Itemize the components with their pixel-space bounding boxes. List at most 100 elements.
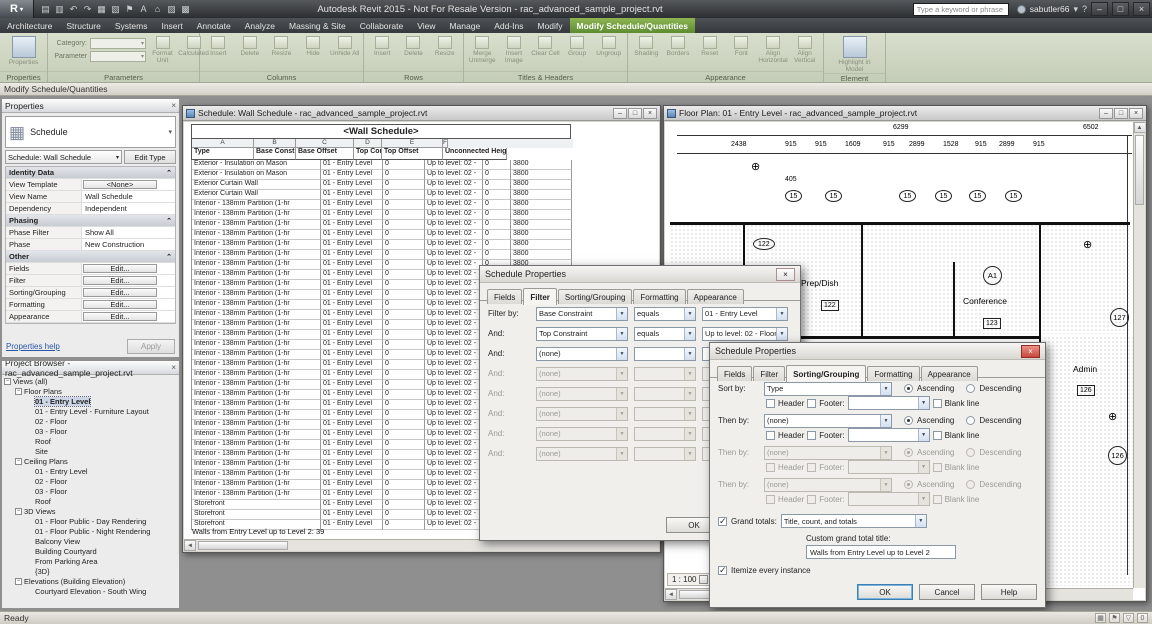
help-button[interactable]: Help <box>981 584 1037 600</box>
schedule-row[interactable]: Exterior - Insulation on Mason 01 - Entr… <box>191 160 573 170</box>
browser-tree-item[interactable]: − Elevations (Building Elevation) <box>2 576 179 586</box>
tree-expand-icon[interactable]: − <box>15 578 22 585</box>
header-checkbox[interactable] <box>766 495 775 504</box>
filter-operator-dropdown[interactable]: ▼ <box>634 387 696 401</box>
filter-field-dropdown[interactable]: (none)▼ <box>536 447 628 461</box>
browser-tree-item[interactable]: − Views (all) <box>2 376 179 386</box>
measure-icon[interactable]: ▧ <box>109 2 122 16</box>
property-row[interactable]: View Name Wall Schedule <box>6 191 175 203</box>
ribbon-button[interactable]: Insert <box>203 35 234 57</box>
dialog-tab[interactable]: Fields <box>717 366 752 381</box>
scroll-up-icon[interactable]: ▲ <box>1134 122 1146 133</box>
text-icon[interactable]: A <box>137 2 150 16</box>
close-icon[interactable]: × <box>776 268 795 281</box>
panel-caption[interactable]: Rows <box>364 71 463 82</box>
application-menu-button[interactable]: R ▾ <box>0 0 34 18</box>
dialog-tab[interactable]: Sorting/Grouping <box>558 289 632 304</box>
header-checkbox[interactable] <box>766 463 775 472</box>
properties-button[interactable]: Properties <box>4 35 44 66</box>
schedule-row[interactable]: Interior - 138mm Partition (1-hr 01 - En… <box>191 220 573 230</box>
dialog-tab[interactable]: Appearance <box>687 289 744 304</box>
ribbon-button[interactable]: Resize <box>430 35 460 57</box>
ribbon-tab[interactable]: View <box>410 18 442 33</box>
column-header-cell[interactable]: Top Offset <box>382 148 443 160</box>
schedule-window-titlebar[interactable]: Schedule: Wall Schedule - rac_advanced_s… <box>183 106 660 121</box>
schedule-row[interactable]: Interior - 138mm Partition (1-hr 01 - En… <box>191 200 573 210</box>
tree-expand-icon[interactable]: − <box>15 388 22 395</box>
panel-caption[interactable]: Element <box>824 73 885 83</box>
browser-tree-item[interactable]: − Site <box>2 446 179 456</box>
browser-tree-item[interactable]: − Building Courtyard <box>2 546 179 556</box>
blank-line-checkbox[interactable] <box>933 463 942 472</box>
ribbon-tab[interactable]: Analyze <box>238 18 282 33</box>
search-input[interactable]: Type a keyword or phrase <box>913 3 1009 16</box>
column-letter[interactable]: B <box>254 139 296 148</box>
browser-tree-item[interactable]: − Balcony View <box>2 536 179 546</box>
ribbon-button[interactable]: Font <box>726 35 757 57</box>
filter-field-dropdown[interactable]: (none)▼ <box>536 427 628 441</box>
ascending-radio[interactable] <box>904 416 913 425</box>
ribbon-tab[interactable]: Add-Ins <box>487 18 530 33</box>
undo-icon[interactable]: ↶ <box>67 2 80 16</box>
filter-operator-dropdown[interactable]: ▼ <box>634 367 696 381</box>
panel-caption[interactable]: Appearance <box>628 71 823 82</box>
cancel-button[interactable]: Cancel <box>919 584 975 600</box>
ribbon-tab[interactable]: Modify <box>530 18 569 33</box>
schedule-row[interactable]: Interior - 138mm Partition (1-hr 01 - En… <box>191 240 573 250</box>
descending-radio[interactable] <box>966 416 975 425</box>
ribbon-button[interactable]: Merge Unmerge <box>467 35 498 64</box>
help-icon[interactable]: ? <box>1082 4 1087 14</box>
schedule-row[interactable]: Interior - 138mm Partition (1-hr 01 - En… <box>191 250 573 260</box>
section-icon[interactable]: ▨ <box>165 2 178 16</box>
property-row[interactable]: Phase New Construction <box>6 239 175 251</box>
ribbon-button[interactable]: Delete <box>398 35 428 57</box>
schedule-row[interactable]: Exterior Curtain Wall 01 - Entry Level 0… <box>191 190 573 200</box>
highlight-in-model-button[interactable]: Highlight in Model <box>835 35 875 73</box>
footer-checkbox[interactable] <box>807 399 816 408</box>
ribbon-tab[interactable]: Massing & Site <box>282 18 353 33</box>
scrollbar-thumb[interactable] <box>1135 135 1144 205</box>
default-3d-view-icon[interactable]: ⌂ <box>151 2 164 16</box>
ascending-radio[interactable] <box>904 448 913 457</box>
filter-operator-dropdown[interactable]: ▼ <box>634 427 696 441</box>
ribbon-tab[interactable]: Systems <box>108 18 155 33</box>
ribbon-button[interactable]: Group <box>562 35 593 57</box>
descending-radio[interactable] <box>966 480 975 489</box>
property-row[interactable]: Filter Edit... <box>6 275 175 287</box>
itemize-checkbox[interactable] <box>718 566 727 575</box>
ribbon-button[interactable]: Unhide All <box>329 35 360 57</box>
ribbon-button[interactable]: Hide <box>298 35 329 57</box>
blank-line-checkbox[interactable] <box>933 431 942 440</box>
instance-selector-dropdown[interactable]: Schedule: Wall Schedule ▾ <box>5 150 122 164</box>
blank-line-checkbox[interactable] <box>933 495 942 504</box>
filter-operator-dropdown[interactable]: ▼ <box>634 407 696 421</box>
ribbon-tab[interactable]: Collaborate <box>353 18 410 33</box>
sort-field-dropdown[interactable]: Type▼ <box>764 382 892 396</box>
window-minimize-button[interactable]: – <box>613 108 627 119</box>
dialog-titlebar[interactable]: Schedule Properties × <box>480 266 800 283</box>
browser-tree-item[interactable]: − Floor Plans <box>2 386 179 396</box>
ribbon-button[interactable]: Align Horizontal <box>758 35 789 64</box>
dialog-tab[interactable]: Sorting/Grouping <box>786 365 866 382</box>
ribbon-tab[interactable]: Structure <box>59 18 108 33</box>
property-row[interactable]: Phase Filter Show All <box>6 227 175 239</box>
redo-icon[interactable]: ↷ <box>81 2 94 16</box>
browser-tree-item[interactable]: − 02 - Floor <box>2 476 179 486</box>
browser-tree-item[interactable]: − Ceiling Plans <box>2 456 179 466</box>
filter-field-dropdown[interactable]: (none)▼ <box>536 367 628 381</box>
design-options-icon[interactable]: ⚑ <box>1109 613 1120 623</box>
user-menu-chevron-icon[interactable]: ▾ <box>1073 4 1078 15</box>
browser-tree-item[interactable]: − 01 - Entry Level - Furniture Layout <box>2 406 179 416</box>
property-row[interactable]: Dependency Independent <box>6 203 175 215</box>
column-header-cell[interactable]: Type <box>192 148 254 160</box>
ok-button[interactable]: OK <box>857 584 913 600</box>
panel-caption[interactable]: Properties <box>0 71 47 82</box>
ribbon-button[interactable]: Insert Image <box>499 35 530 64</box>
scroll-left-icon[interactable]: ◄ <box>184 540 196 551</box>
dialog-tab[interactable]: Fields <box>487 289 522 304</box>
header-checkbox[interactable] <box>766 399 775 408</box>
signed-in-user[interactable]: sabutler66 <box>1030 4 1070 14</box>
column-letter[interactable]: E <box>382 139 443 148</box>
scroll-left-icon[interactable]: ◄ <box>665 589 677 600</box>
schedule-row[interactable]: Exterior - Insulation on Mason 01 - Entr… <box>191 170 573 180</box>
